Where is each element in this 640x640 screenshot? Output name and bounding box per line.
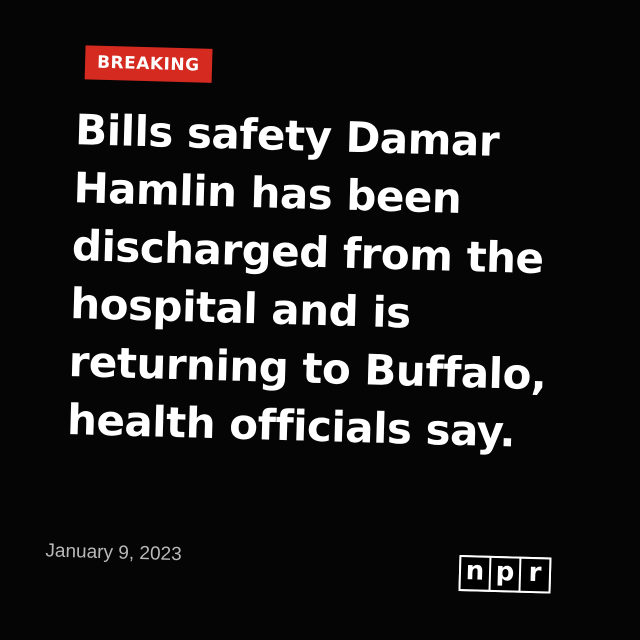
npr-logo-letter-r: r	[520, 558, 550, 592]
news-card: BREAKING Bills safety Damar Hamlin has b…	[0, 0, 640, 640]
headline: Bills safety Damar Hamlin has been disch…	[66, 105, 548, 457]
npr-logo-letter-n: n	[460, 556, 490, 590]
breaking-badge: BREAKING	[84, 45, 213, 83]
tilted-content: BREAKING Bills safety Damar Hamlin has b…	[0, 0, 640, 640]
npr-logo: n p r	[458, 554, 552, 594]
publish-date: January 9, 2023	[45, 540, 182, 566]
npr-logo-letter-p: p	[490, 557, 520, 591]
